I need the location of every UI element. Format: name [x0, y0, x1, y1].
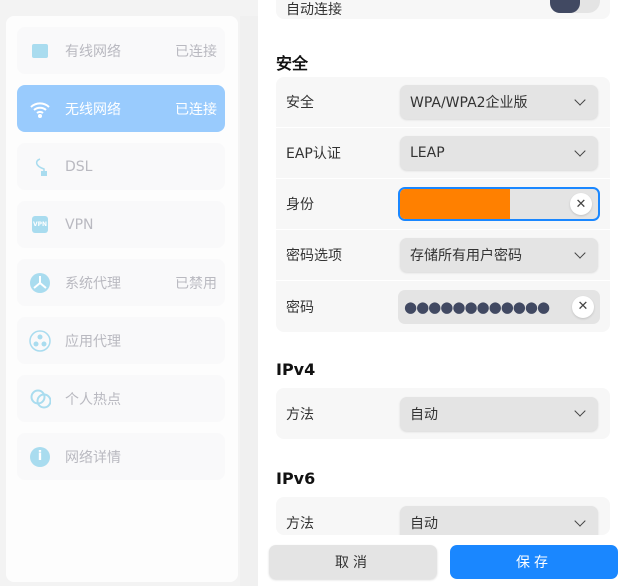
clear-icon[interactable]: ✕	[572, 295, 594, 318]
wifi-icon	[29, 98, 51, 120]
app-proxy-icon	[29, 329, 51, 352]
redacted-value	[400, 189, 510, 219]
dsl-icon	[29, 156, 51, 178]
save-button[interactable]: 保存	[450, 545, 618, 579]
cancel-button[interactable]: 取消	[269, 545, 437, 579]
ipv4-method-select[interactable]: 自动	[400, 396, 598, 431]
section-title-ipv6: IPv6	[276, 469, 316, 488]
sidebar-item-network-details[interactable]: i 网络详情	[17, 433, 225, 480]
sidebar-item-app-proxy[interactable]: 应用代理	[17, 317, 225, 364]
identity-input[interactable]: ✕	[398, 187, 600, 221]
ethernet-icon	[29, 40, 51, 62]
auto-connect-toggle[interactable]	[550, 0, 600, 13]
system-proxy-icon	[29, 272, 51, 294]
clear-icon[interactable]: ✕	[570, 193, 592, 215]
sidebar-item-wireless[interactable]: 无线网络 已连接	[17, 85, 225, 132]
chevron-down-icon	[574, 246, 586, 259]
hotspot-icon	[29, 388, 51, 410]
chevron-down-icon	[574, 514, 586, 527]
password-input[interactable]: ●●●●●●●●●●●● ✕	[398, 289, 600, 324]
chevron-down-icon	[574, 405, 586, 417]
chevron-down-icon	[574, 144, 586, 157]
settings-panel: 自动连接 安全 安全 WPA/WPA2企业版 EAP认证 LEAP 身份 ✕ 密码选项…	[258, 0, 626, 586]
sidebar-item-dsl[interactable]: DSL	[17, 143, 225, 190]
ipv4-card: 方法 自动	[276, 388, 610, 439]
eap-select[interactable]: LEAP	[400, 136, 598, 170]
security-select[interactable]: WPA/WPA2企业版	[400, 85, 598, 119]
security-card: 安全 WPA/WPA2企业版 EAP认证 LEAP 身份 ✕ 密码选项 存储所有用户密码…	[276, 77, 610, 332]
auto-connect-row: 自动连接	[276, 0, 610, 19]
ipv6-card: 方法 自动	[276, 497, 610, 535]
password-option-select[interactable]: 存储所有用户密码	[400, 238, 598, 272]
sidebar-item-wired[interactable]: 有线网络 已连接	[17, 27, 225, 74]
divider	[240, 16, 260, 586]
info-icon: i	[29, 446, 51, 468]
ipv6-method-select[interactable]: 自动	[400, 506, 598, 535]
sidebar-item-hotspot[interactable]: 个人热点	[17, 375, 225, 422]
sidebar-item-system-proxy[interactable]: 系统代理 已禁用	[17, 259, 225, 306]
section-title-ipv4: IPv4	[276, 360, 316, 379]
sidebar-item-vpn[interactable]: VPN VPN	[17, 201, 225, 248]
section-title-security: 安全	[276, 54, 309, 73]
chevron-down-icon	[574, 93, 586, 106]
vpn-icon: VPN	[29, 214, 51, 236]
